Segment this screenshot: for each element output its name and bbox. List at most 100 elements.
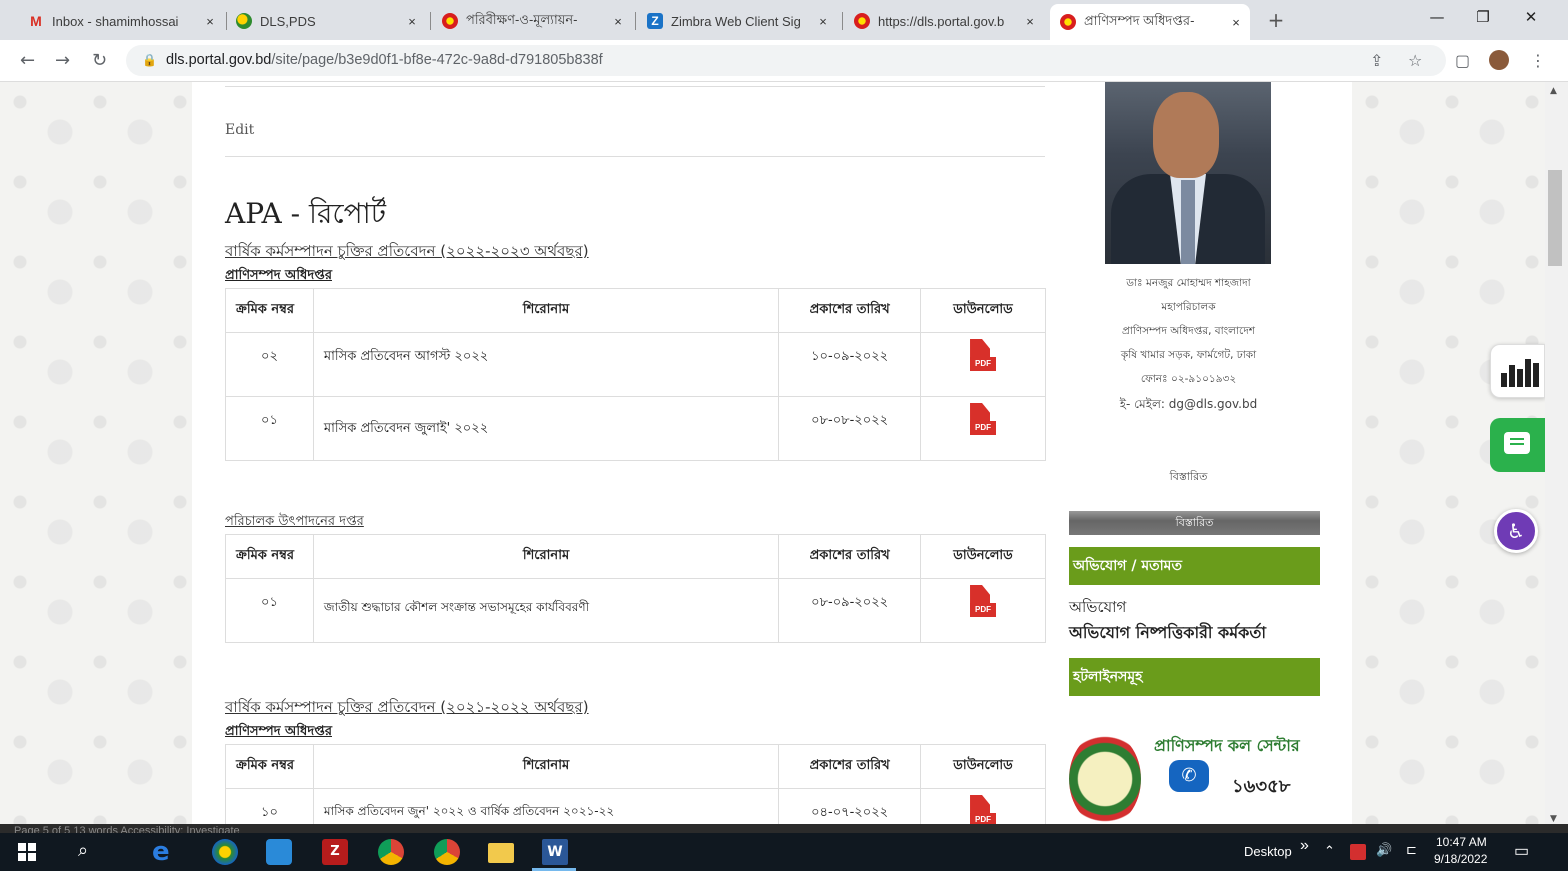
hotline-heading: হটলাইনসমূহ [1069,658,1320,696]
dls-site-icon [854,13,870,29]
file-explorer-icon[interactable] [488,843,514,863]
app-icon[interactable] [212,839,238,865]
pdf-download-icon[interactable]: PDF [970,403,997,441]
row-download: PDF [920,396,1046,461]
url-host: dls.portal.gov.bd [166,52,272,68]
clock-time[interactable]: 10:47 AM [1436,835,1487,849]
tab-zimbra[interactable]: Z Zimbra Web Client Sig × [637,6,837,36]
close-icon[interactable]: × [1022,14,1038,29]
windows-start-icon[interactable] [18,843,36,861]
hotline-number: ১৬৩৫৮ [1232,776,1291,797]
close-icon[interactable]: × [202,14,218,29]
col-date: প্রকাশের তারিখ [778,534,922,579]
row-download: PDF [920,332,1046,397]
call-center-label: প্রাণিসম্পদ কল সেন্টার [1154,736,1300,755]
toolbar-expand-chevron[interactable]: » [1300,837,1309,855]
zimbra-icon: Z [647,13,663,29]
background-pattern-left [0,82,192,830]
tab-dls-pds[interactable]: DLS,PDS × [226,6,426,36]
section-heading-apa-2022-23[interactable]: বার্ষিক কর্মসম্পাদন চুক্তির প্রতিবেদন (২… [225,240,589,265]
section-heading-apa-2021-22[interactable]: বার্ষিক কর্মসম্পাদন চুক্তির প্রতিবেদন (২… [225,696,589,721]
url-bar[interactable]: 🔒 dls.portal.gov.bd/site/page/b3e9d0f1-b… [126,45,1446,76]
new-tab-icon[interactable]: + [1253,8,1299,32]
telegram-icon[interactable] [266,839,292,865]
forward-arrow-icon[interactable]: → [55,50,70,71]
table-header-row: ক্রমিক নম্বর শিরোনাম প্রকাশের তারিখ ডাউন… [225,288,1046,333]
details-bar[interactable]: বিস্তারিত [1069,511,1320,535]
details-link[interactable]: বিস্তারিত [1072,468,1305,487]
table-header-row: ক্রমিক নম্বর শিরোনাম প্রকাশের তারিখ ডাউন… [225,534,1046,579]
word-status-bar: Page 5 of 5 13 words Accessibility: Inve… [0,824,1568,833]
dg-designation: মহাপরিচালক [1161,301,1216,313]
pdf-download-icon[interactable]: PDF [970,339,997,377]
edit-link[interactable]: Edit [225,122,254,138]
dls-seal-logo [1069,732,1141,826]
col-serial: ক্রমিক নম্বর [225,534,314,579]
col-download: ডাউনলোড [920,534,1046,579]
close-icon[interactable]: × [1228,15,1244,30]
phone-icon[interactable]: ✆ [1169,760,1209,792]
edge-legacy-icon[interactable]: e [152,839,178,865]
clock-date[interactable]: 9/18/2022 [1434,852,1487,866]
close-icon[interactable]: × [815,14,831,29]
bookmark-star-icon[interactable]: ☆ [1408,51,1422,70]
desktop-toolbar-label[interactable]: Desktop [1244,844,1292,859]
row-date: ১০-০৯-২০২২ [778,332,922,397]
tab-monitoring-evaluation[interactable]: পরিবীক্ষণ-ও-মূল্যায়ন- × [432,6,632,36]
share-icon[interactable]: ⇪ [1370,51,1383,70]
address-toolbar: ← → ↻ 🔒 dls.portal.gov.bd/site/page/b3e9… [0,40,1568,82]
page-scrollbar[interactable]: ▲ ▼ [1545,82,1568,830]
scroll-down-icon[interactable]: ▼ [1550,814,1557,824]
section-heading-production-office[interactable]: পরিচালক উৎপাদনের দপ্তর [225,512,364,533]
section-subheading-dls[interactable]: প্রাণিসম্পদ অধিদপ্তর [225,266,332,287]
row-serial: ০২ [225,332,314,397]
close-icon[interactable]: × [404,14,420,29]
dls-site-icon [442,13,458,29]
tab-dls-portal[interactable]: https://dls.portal.gov.b × [844,6,1044,36]
chat-button[interactable] [1490,418,1545,472]
row-title: মাসিক প্রতিবেদন জুলাই' ২০২২ [312,396,780,461]
complaint-officer-link[interactable]: অভিযোগ নিষ্পত্তিকারী কর্মকর্তা [1069,620,1266,647]
notification-icon[interactable]: ▭ [1514,841,1529,861]
scroll-up-icon[interactable]: ▲ [1550,86,1557,96]
reload-icon[interactable]: ↻ [92,50,107,71]
complaint-link[interactable]: অভিযোগ [1069,596,1126,621]
page-title: APA - রিপোর্ট [225,197,387,230]
accessibility-icon[interactable]: ♿ [1494,509,1538,553]
dg-phone: ফোনঃ ০২-৯১০১৯৩২ [1140,373,1237,385]
tab-active-dls[interactable]: প্রাণিসম্পদ অধিদপ্তর- × [1050,4,1250,40]
window-close-icon[interactable]: ✕ [1508,8,1554,26]
table-row: ০২ মাসিক প্রতিবেদন আগস্ট ২০২২ ১০-০৯-২০২২… [225,332,1046,397]
pdf-download-icon[interactable]: PDF [970,585,997,623]
page-viewport: Edit APA - রিপোর্ট বার্ষিক কর্মসম্পাদন চ… [0,82,1545,830]
back-arrow-icon[interactable]: ← [20,50,35,71]
filezilla-icon[interactable]: Z [322,839,348,865]
row-title: মাসিক প্রতিবেদন আগস্ট ২০২২ [312,332,780,397]
word-icon[interactable]: W [542,839,568,865]
gmail-icon: M [30,13,42,29]
section-subheading-dls[interactable]: প্রাণিসম্পদ অধিদপ্তর [225,722,332,743]
menu-kebab-icon[interactable]: ⋮ [1530,51,1546,70]
report-table-production: ক্রমিক নম্বর শিরোনাম প্রকাশের তারিখ ডাউন… [225,534,1046,643]
tray-app-icon[interactable] [1350,844,1366,860]
profile-avatar[interactable] [1489,50,1509,70]
network-icon[interactable]: ⊏ [1406,842,1417,858]
scrollbar-thumb[interactable] [1548,170,1562,266]
maximize-icon[interactable]: ❐ [1460,8,1506,26]
tray-overflow-icon[interactable]: ⌃ [1324,843,1335,859]
search-icon[interactable]: ⌕ [78,840,88,861]
col-title: শিরোনাম [312,744,780,789]
chrome-icon[interactable] [378,839,404,865]
close-icon[interactable]: × [610,14,626,29]
minimize-icon[interactable]: — [1414,8,1460,26]
table-row: ০১ জাতীয় শুদ্ধাচার কৌশল সংক্রান্ত সভাসম… [225,578,1046,643]
col-download: ডাউনলোড [920,744,1046,789]
word-status-text: Page 5 of 5 13 words Accessibility: Inve… [14,825,240,833]
tab-divider [635,12,636,30]
tab-gmail-inbox[interactable]: M Inbox - shamimhossai × [18,6,224,36]
side-panel-icon[interactable]: ▢ [1455,51,1470,70]
analytics-chart-button[interactable] [1490,344,1545,398]
volume-icon[interactable]: 🔊 [1376,842,1392,858]
chrome-icon[interactable] [434,839,460,865]
chat-bubble-icon [1504,432,1530,454]
